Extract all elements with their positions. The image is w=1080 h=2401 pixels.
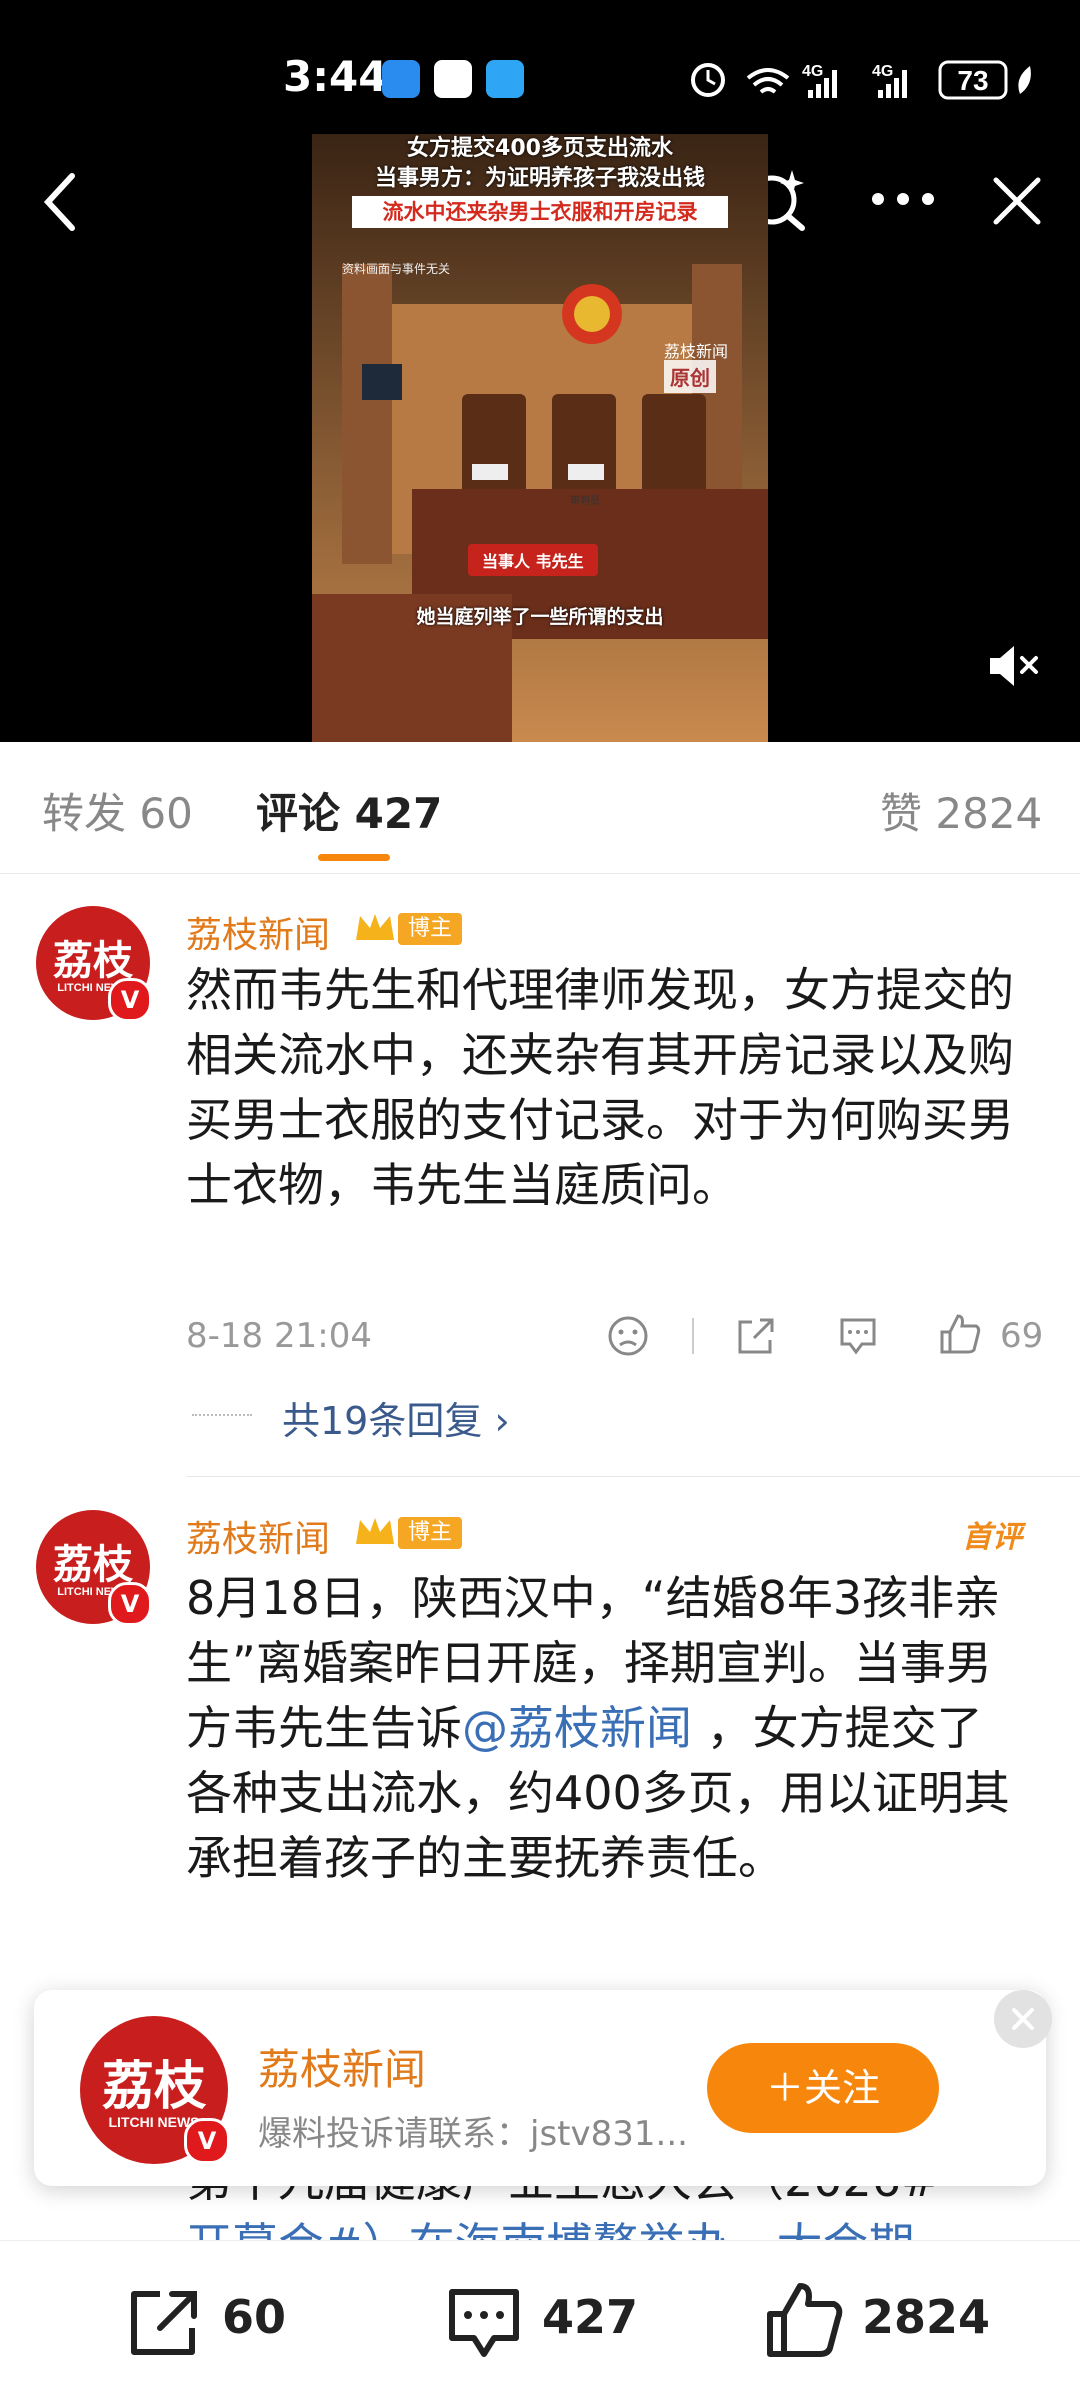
comment-divider — [186, 1476, 1080, 1477]
like-icon[interactable] — [764, 2280, 844, 2360]
verified-badge: V — [108, 1582, 152, 1626]
tab-likes[interactable]: 赞 2824 — [880, 780, 1042, 841]
wifi-icon — [746, 68, 790, 94]
comment-time: 8-18 21:04 — [186, 1316, 372, 1356]
notification-search-icon — [486, 60, 524, 98]
svg-text:4G: 4G — [802, 63, 823, 80]
verified-badge: V — [108, 978, 152, 1022]
comment-text: 8月18日，陕西汉中，“结婚8年3孩非亲生”离婚案昨日开庭，择期宣判。当事男方韦… — [186, 1571, 1010, 1885]
comment-count[interactable]: 427 — [542, 2290, 638, 2344]
blogger-badge: 博主 — [398, 1517, 463, 1549]
comment-icon[interactable] — [444, 2284, 524, 2360]
active-tab-indicator — [318, 854, 390, 861]
comment-text: 然而韦先生和代理律师发现，女方提交的相关流水中，还夹杂有其开房记录以及购买男士衣… — [186, 963, 1014, 1212]
notification-app-icon — [382, 60, 420, 98]
status-time: 3:44 — [283, 52, 388, 101]
comment-icon[interactable] — [836, 1314, 880, 1358]
video-person-tag: 当事人 韦先生 — [468, 544, 598, 576]
notification-app-icon — [434, 60, 472, 98]
video-source: 荔枝新闻 — [664, 342, 729, 361]
tab-divider — [0, 873, 1080, 874]
repost-count[interactable]: 60 — [222, 2290, 286, 2344]
comment-like-count: 69 — [1000, 1316, 1044, 1356]
reply-dots — [192, 1414, 252, 1416]
video-title-line3: 流水中还夹杂男士衣服和开房记录 — [352, 196, 728, 228]
thumbs-up-icon[interactable] — [938, 1312, 982, 1356]
dislike-face-icon[interactable] — [606, 1314, 650, 1358]
comment-username[interactable]: 荔枝新闻 — [186, 906, 330, 958]
popup-close-icon[interactable] — [992, 1988, 1054, 2050]
like-count[interactable]: 2824 — [862, 2290, 990, 2344]
blogger-badge: 博主 — [398, 913, 463, 945]
first-comment-badge: 首评 — [962, 1520, 1022, 1555]
popup-description: 爆料投诉请联系：jstv831... — [258, 2114, 688, 2154]
judge-plate: 审判员 — [570, 496, 600, 507]
verified-badge: V — [184, 2118, 230, 2164]
follow-button[interactable]: ＋关注 — [707, 2043, 939, 2133]
video-title-line1: 女方提交400多页支出流水 — [407, 136, 673, 161]
action-divider — [692, 1318, 694, 1354]
status-icons: 4G 4G 73 — [691, 60, 1031, 100]
popup-username[interactable]: 荔枝新闻 — [258, 2036, 426, 2097]
comment-username[interactable]: 荔枝新闻 — [186, 1510, 330, 1562]
leaf-icon — [1018, 66, 1031, 94]
video-disclaimer: 资料画面与事件无关 — [342, 262, 451, 276]
svg-text:4G: 4G — [872, 63, 893, 80]
crown-icon — [356, 914, 394, 940]
video-original-badge: 原创 — [664, 360, 716, 393]
video-title-line2: 当事男方：为证明养孩子我没出钱 — [374, 166, 705, 191]
view-replies-link[interactable]: 共19条回复 › — [282, 1390, 510, 1445]
crown-icon — [356, 1518, 394, 1544]
mention-link[interactable]: @荔枝新闻 — [462, 1701, 692, 1755]
video-player[interactable]: 女方提交400多页支出流水 当事男方：为证明养孩子我没出钱 流水中还夹杂男士衣服… — [312, 134, 768, 742]
close-icon[interactable] — [990, 174, 1044, 228]
more-icon[interactable] — [868, 186, 938, 212]
back-icon[interactable] — [38, 170, 84, 234]
video-subtitle: 她当庭列举了一些所谓的支出 — [416, 606, 664, 628]
tab-repost[interactable]: 转发 60 — [42, 780, 193, 841]
repost-icon[interactable] — [126, 2284, 202, 2360]
mute-icon[interactable] — [986, 644, 1042, 688]
tab-comments[interactable]: 评论 427 — [256, 780, 442, 841]
svg-text:73: 73 — [957, 65, 988, 96]
share-icon[interactable] — [734, 1314, 778, 1358]
